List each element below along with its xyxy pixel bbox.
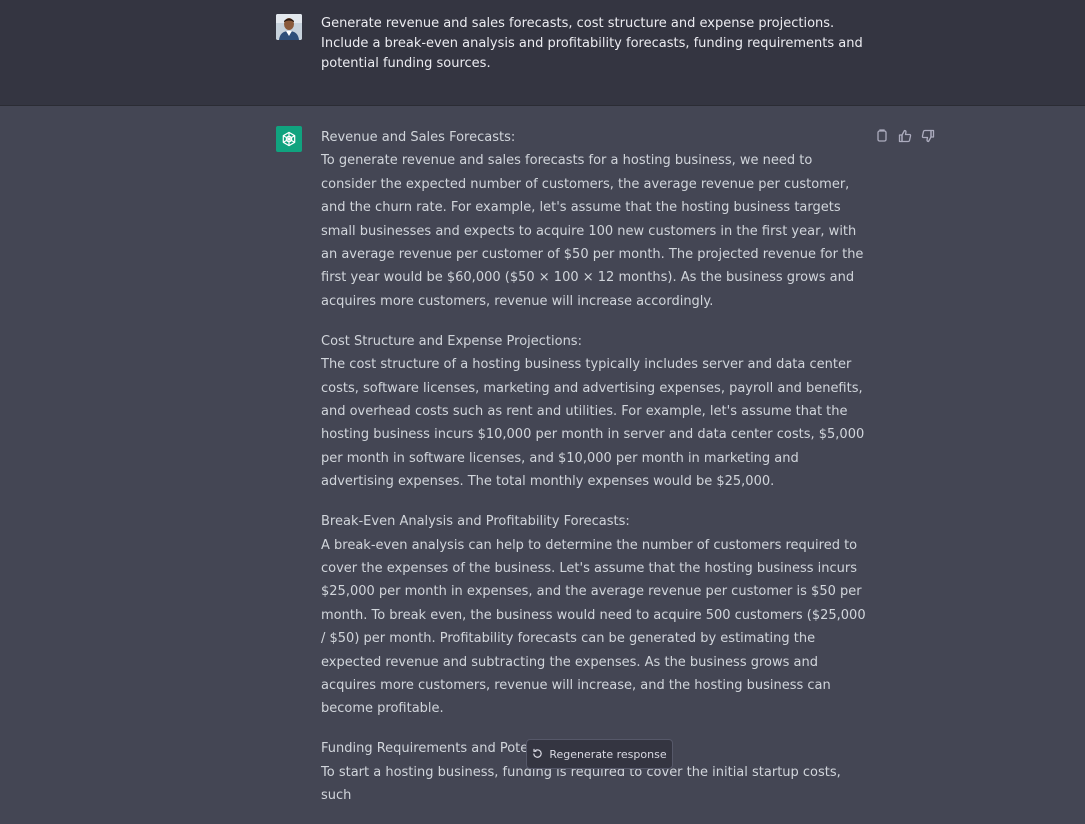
section-body: To generate revenue and sales forecasts …	[321, 153, 864, 309]
refresh-icon	[532, 748, 543, 762]
thumbs-up-icon[interactable]	[897, 128, 913, 144]
user-avatar	[276, 14, 302, 40]
copy-icon[interactable]	[874, 128, 890, 144]
regenerate-label: Regenerate response	[549, 748, 667, 761]
section-revenue: Revenue and Sales Forecasts: To generate…	[321, 126, 866, 313]
openai-logo-icon	[276, 126, 302, 152]
section-heading: Revenue and Sales Forecasts:	[321, 130, 516, 145]
message-actions	[874, 128, 936, 144]
section-body: A break-even analysis can help to determ…	[321, 537, 866, 717]
section-heading: Break-Even Analysis and Profitability Fo…	[321, 514, 630, 530]
regenerate-response-button[interactable]: Regenerate response	[526, 739, 673, 769]
thumbs-down-icon[interactable]	[920, 128, 936, 144]
assistant-message-text: Revenue and Sales Forecasts: To generate…	[321, 126, 866, 824]
user-message-text: Generate revenue and sales forecasts, co…	[321, 16, 863, 71]
section-break-even: Break-Even Analysis and Profitability Fo…	[321, 510, 866, 721]
section-heading: Cost Structure and Expense Projections:	[321, 333, 582, 349]
section-cost-structure: Cost Structure and Expense Projections: …	[321, 330, 866, 494]
user-message: Generate revenue and sales forecasts, co…	[0, 0, 1085, 106]
assistant-message: Revenue and Sales Forecasts: To generate…	[0, 106, 1085, 803]
user-photo-icon	[276, 14, 302, 40]
section-body: The cost structure of a hosting business…	[321, 357, 865, 490]
